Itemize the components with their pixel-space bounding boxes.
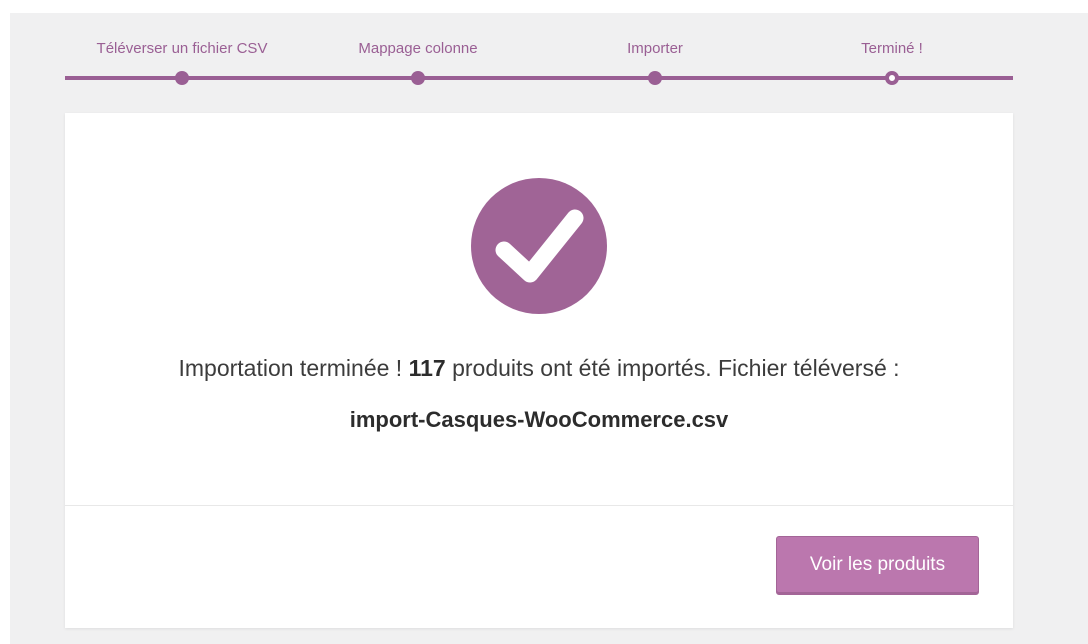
- import-progress-steps: Téléverser un fichier CSV Mappage colonn…: [65, 13, 1013, 103]
- message-prefix: Importation terminée !: [178, 355, 409, 381]
- step-label-import: Importer: [627, 40, 683, 57]
- import-result-card: Importation terminée ! 117 produits ont …: [65, 113, 1013, 628]
- step-dot-mapping: [411, 71, 425, 85]
- step-dot-import: [648, 71, 662, 85]
- import-complete-message: Importation terminée ! 117 produits ont …: [65, 353, 1013, 383]
- uploaded-filename: import-Casques-WooCommerce.csv: [349, 407, 729, 432]
- import-page: Téléverser un fichier CSV Mappage colonn…: [10, 13, 1088, 644]
- step-label-upload: Téléverser un fichier CSV: [96, 40, 268, 57]
- message-suffix: produits ont été importés. Fichier télév…: [445, 355, 900, 381]
- imported-count: 117: [408, 355, 446, 381]
- step-label-done: Terminé !: [861, 40, 923, 57]
- step-dot-done: [885, 71, 899, 85]
- step-label-mapping: Mappage colonne: [358, 40, 478, 57]
- card-divider: [65, 505, 1013, 506]
- step-dot-upload: [175, 71, 189, 85]
- checkmark-icon: [471, 178, 607, 314]
- view-products-button[interactable]: Voir les produits: [776, 536, 979, 595]
- progress-line: [65, 76, 1013, 80]
